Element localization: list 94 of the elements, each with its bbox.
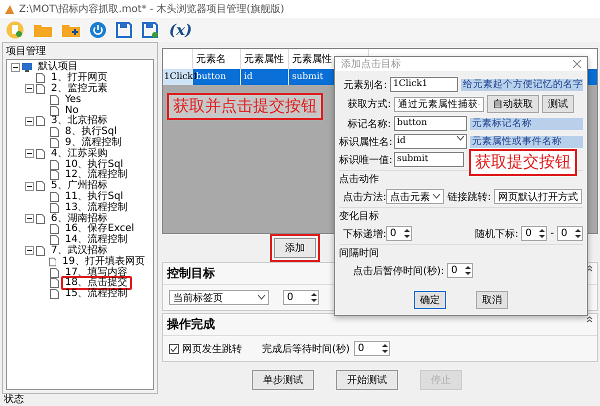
document-icon: [50, 160, 59, 170]
app-icon: [4, 4, 15, 14]
document-icon: [36, 246, 45, 256]
minus-icon[interactable]: [25, 149, 34, 158]
spin-arrows-icon[interactable]: [464, 264, 472, 277]
field-label: 获取方式:: [346, 98, 391, 111]
document-icon: [50, 268, 59, 278]
document-icon: [50, 235, 59, 246]
document-icon: [36, 73, 45, 84]
value-field[interactable]: submit: [394, 152, 464, 167]
range-separator: -: [550, 228, 554, 239]
field-label: 随机下标:: [474, 228, 518, 240]
close-icon[interactable]: [573, 60, 581, 68]
link-dropdown[interactable]: 网页默认打开方式: [494, 189, 582, 204]
test-button[interactable]: 单步测试: [252, 370, 314, 390]
document-icon: [50, 289, 59, 300]
field-label: 标识唯一值:: [339, 154, 391, 166]
spin-arrows-icon[interactable]: [538, 227, 546, 240]
checkbox-label: 网页发生跳转: [182, 342, 242, 356]
minus-icon[interactable]: [25, 84, 34, 94]
minus-icon[interactable]: [25, 182, 34, 191]
cancel-button[interactable]: 取消: [476, 291, 508, 309]
target-dropdown[interactable]: 当前标签页: [169, 290, 269, 305]
field-hint: 元素标记名称: [470, 118, 583, 130]
field-hint: 给元素起个方便记忆的名字: [461, 78, 583, 90]
field-label: 链接跳转:: [447, 190, 491, 204]
field-label: 点击方法:: [343, 190, 383, 204]
group-title: 间隔时间: [339, 248, 379, 259]
spin-arrows-icon[interactable]: [403, 227, 411, 240]
document-icon: [50, 224, 59, 234]
field-label: 标识属性名:: [339, 136, 391, 148]
document-icon: [50, 202, 59, 213]
table-cell: id: [241, 69, 289, 85]
document-icon: [50, 192, 59, 202]
wait-label: 完成后等待时间(秒): [262, 342, 350, 356]
random-to-spinner[interactable]: 0: [557, 226, 583, 241]
project-icon: [22, 62, 32, 72]
auto-button[interactable]: 自动获取: [487, 95, 539, 113]
wait-spinner[interactable]: 0: [354, 341, 390, 356]
section-title: 控制目标: [167, 265, 215, 282]
panel-title: 项目管理: [5, 45, 47, 59]
group-title: 变化目标: [339, 211, 379, 222]
pause-spinner[interactable]: 0: [447, 263, 474, 278]
collapse-icon[interactable]: [586, 265, 593, 272]
caret-icon: [457, 136, 464, 141]
caret-icon: [433, 194, 440, 199]
document-icon: [50, 138, 59, 148]
tag-field[interactable]: button: [394, 116, 467, 131]
spin-arrows-icon[interactable]: [310, 291, 318, 304]
method-dropdown[interactable]: 通过元素属性捕获: [394, 96, 484, 112]
click-dropdown[interactable]: 点击元素: [386, 189, 444, 204]
annotation-label: 获取并点击提交按钮: [167, 93, 323, 120]
random-from-spinner[interactable]: 0: [521, 226, 548, 241]
annotation-label: 获取提交按钮: [469, 149, 577, 176]
window-title: Z:\MOT\招标内容抓取.mot* - 木头浏览器项目管理(旗舰版): [19, 2, 284, 16]
minus-icon[interactable]: [25, 116, 34, 126]
caret-icon: [258, 295, 265, 300]
new-file-icon[interactable]: [6, 21, 24, 39]
group-title: 点击动作: [339, 174, 379, 185]
minus-icon[interactable]: [25, 214, 34, 224]
alias-field[interactable]: 1Click1: [390, 77, 458, 92]
save-as-icon[interactable]: [142, 22, 159, 38]
field-label: 标记名称:: [346, 118, 391, 130]
add-folder-icon[interactable]: [62, 23, 80, 37]
document-icon: [50, 278, 59, 288]
spin-arrows-icon[interactable]: [574, 227, 582, 240]
spin-arrows-icon[interactable]: [380, 342, 389, 355]
document-icon: [36, 116, 45, 126]
increment-spinner[interactable]: 0: [386, 226, 412, 241]
minus-icon[interactable]: [25, 246, 34, 256]
document-icon: [36, 84, 45, 94]
document-icon: [50, 94, 59, 105]
collapse-icon[interactable]: [586, 316, 593, 323]
document-icon: [36, 181, 45, 192]
minus-icon[interactable]: [11, 62, 20, 72]
variable-button[interactable]: (x): [169, 21, 192, 39]
index-spinner[interactable]: 0: [283, 290, 319, 305]
document-icon: [50, 106, 59, 116]
save-icon[interactable]: [116, 22, 132, 38]
section-title: 操作完成: [167, 316, 215, 333]
test-button[interactable]: 测试: [542, 95, 574, 113]
document-icon: [50, 127, 59, 138]
attribute-dropdown[interactable]: id: [394, 134, 467, 149]
power-icon[interactable]: [90, 22, 106, 38]
field-label: 点击后暂停时间(秒):: [353, 264, 444, 278]
test-button[interactable]: 开始测试: [336, 370, 398, 390]
document-icon: [36, 148, 45, 159]
status-text: 状态: [3, 394, 25, 406]
field-label: 下标递增:: [343, 228, 383, 240]
document-icon: [36, 214, 45, 224]
document-icon: [50, 170, 59, 180]
field-hint: 元素属性或事件名称: [470, 136, 583, 148]
checkbox[interactable]: [169, 344, 179, 354]
ok-button[interactable]: 确定: [414, 291, 446, 309]
